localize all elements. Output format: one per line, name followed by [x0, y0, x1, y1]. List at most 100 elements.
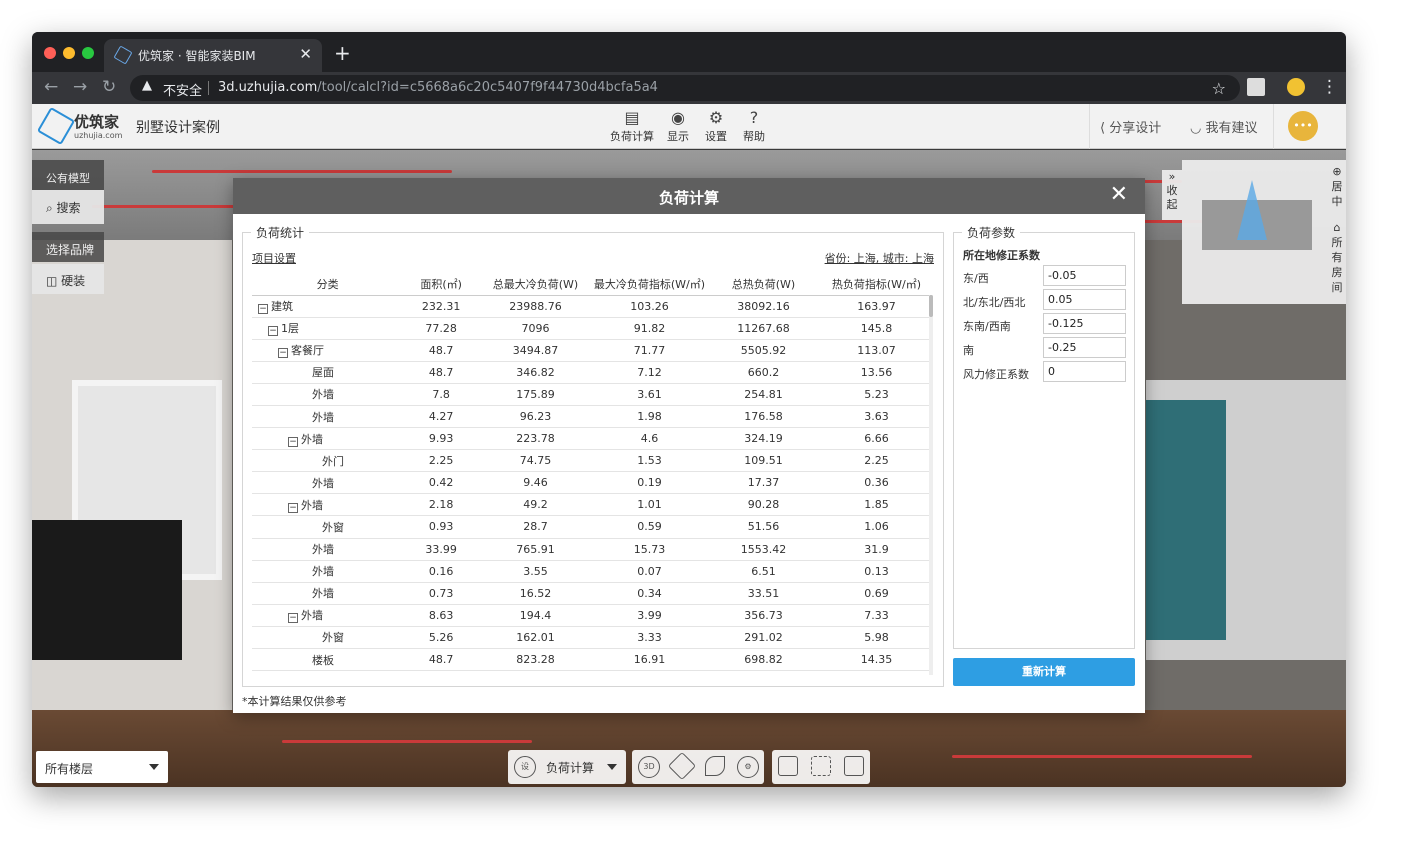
logo-name: 优筑家: [74, 113, 120, 131]
gear-icon[interactable]: ⚙: [737, 756, 759, 778]
cooling-load-cell: 765.91: [478, 538, 592, 561]
cooling-index-cell: 0.59: [591, 515, 707, 539]
table-row[interactable]: − 外墙 9.93 223.78 4.6 324.19 6.66: [252, 427, 933, 451]
table-row[interactable]: 外墙 4.27 96.23 1.98 176.58 3.63: [252, 405, 933, 429]
load-table-body: − 建筑 232.31 23988.76 103.26 38092.16 163.97−1层…: [252, 295, 933, 672]
heating-index-cell: 163.97: [819, 295, 933, 318]
settings-tool[interactable]: ⚙ 设置: [700, 108, 732, 144]
display-tool[interactable]: ◉ 显示: [662, 108, 694, 144]
navigate-icon[interactable]: [705, 756, 725, 776]
param-label: 南: [963, 344, 974, 357]
floor-select[interactable]: 所有楼层: [36, 751, 168, 783]
table-row[interactable]: 外窗 5.26 162.01 3.33 291.02 5.98: [252, 626, 933, 650]
heating-index-cell: 7.33: [819, 604, 933, 627]
settings-circle-icon[interactable]: 设: [514, 756, 536, 778]
param-input[interactable]: [1043, 289, 1126, 310]
collapse-toggle-icon[interactable]: −: [268, 326, 278, 337]
table-row[interactable]: 外墙 0.16 3.55 0.07 6.51 0.13: [252, 560, 933, 583]
all-rooms-button[interactable]: ⌂ 所有房间: [1328, 220, 1346, 295]
param-row: 南: [960, 337, 1126, 359]
area-cell: 2.25: [403, 449, 479, 473]
table-row[interactable]: 外墙 7.8 175.89 3.61 254.81 5.23: [252, 383, 933, 406]
maximize-window-button[interactable]: [82, 47, 94, 59]
address-bar[interactable]: ▲ 不安全 3d.uzhujia.com/tool/calcl?id=c5668…: [130, 75, 1240, 101]
location-link[interactable]: 省份: 上海, 城市: 上海: [825, 250, 934, 266]
table-row[interactable]: 外窗 0.93 28.7 0.59 51.56 1.06: [252, 515, 933, 539]
minimize-window-button[interactable]: [63, 47, 75, 59]
tab-close-icon[interactable]: ✕: [299, 45, 312, 63]
cooling-index-cell: 3.61: [591, 383, 707, 406]
extension-icon[interactable]: [1247, 78, 1265, 96]
user-avatar[interactable]: •••: [1288, 111, 1318, 141]
heating-index-cell: 0.13: [819, 560, 933, 583]
center-label: 居中: [1331, 180, 1343, 208]
crop-icon[interactable]: [811, 756, 831, 776]
center-view-button[interactable]: ⊕ 居中: [1328, 164, 1346, 209]
help-tool[interactable]: ? 帮助: [738, 108, 770, 144]
unlock-icon[interactable]: [844, 756, 864, 776]
3d-view-icon[interactable]: 3D: [638, 756, 660, 778]
param-input[interactable]: [1043, 337, 1126, 358]
new-tab-icon[interactable]: +: [334, 41, 351, 65]
table-scrollbar[interactable]: [929, 295, 933, 675]
logo-domain: uzhujia.com: [74, 131, 123, 140]
minimap[interactable]: » 收起 ⊕ 居中 ⌂ 所有房间: [1162, 160, 1346, 304]
table-row[interactable]: − 外墙 8.63 194.4 3.99 356.73 7.33: [252, 604, 933, 627]
table-row[interactable]: 外墙 33.99 765.91 15.73 1553.42 31.9: [252, 538, 933, 561]
table-row[interactable]: 楼板 48.7 823.28 16.91 698.82 14.35: [252, 648, 933, 672]
param-input[interactable]: [1043, 265, 1126, 286]
feedback-button[interactable]: ◡ 我有建议: [1190, 117, 1258, 136]
focus-target-icon[interactable]: [778, 756, 798, 776]
collapse-toggle-icon[interactable]: −: [288, 613, 298, 624]
load-calc-tool[interactable]: ▤ 负荷计算: [608, 108, 656, 144]
collapse-toggle-icon[interactable]: −: [278, 348, 288, 359]
select-brand-button[interactable]: 选择品牌: [32, 232, 104, 262]
share-button[interactable]: ⟨ 分享设计: [1100, 117, 1161, 136]
all-rooms-label: 所有房间: [1331, 236, 1343, 294]
hardware-button[interactable]: ◫ 硬装: [32, 264, 104, 294]
cooling-index-cell: 3.99: [591, 604, 707, 627]
table-row[interactable]: − 外墙 2.18 49.2 1.01 90.28 1.85: [252, 493, 933, 517]
browser-menu-icon[interactable]: ⋮: [1321, 77, 1338, 97]
collapse-toggle-icon[interactable]: −: [258, 304, 268, 315]
minimap-collapse-button[interactable]: » 收起: [1162, 170, 1182, 220]
table-row[interactable]: 外墙 0.73 16.52 0.34 33.51 0.69: [252, 582, 933, 605]
calc-mode-group: 设 负荷计算: [508, 750, 626, 784]
collapse-toggle-icon[interactable]: −: [288, 436, 298, 447]
cube-icon[interactable]: [667, 751, 697, 781]
param-input[interactable]: [1043, 313, 1126, 334]
close-icon[interactable]: ✕: [1110, 182, 1128, 207]
table-row[interactable]: − 建筑 232.31 23988.76 103.26 38092.16 163.97: [252, 295, 933, 318]
collapse-toggle-icon[interactable]: −: [288, 502, 298, 513]
heating-load-cell: 51.56: [706, 515, 820, 539]
param-input[interactable]: [1043, 361, 1126, 382]
profile-avatar[interactable]: [1287, 78, 1305, 96]
bookmark-star-icon[interactable]: ☆: [1212, 79, 1226, 98]
back-icon[interactable]: ←: [44, 77, 58, 97]
category-cell: −1层: [252, 317, 404, 340]
recalculate-button[interactable]: 重新计算: [953, 658, 1135, 686]
browser-tab[interactable]: 优筑家 · 智能家装BIM ✕: [104, 39, 322, 72]
category-name: 外窗: [322, 520, 344, 534]
close-window-button[interactable]: [44, 47, 56, 59]
project-settings-link[interactable]: 项目设置: [252, 250, 296, 266]
heating-pipe: [952, 755, 1252, 758]
heating-index-cell: 6.66: [819, 427, 933, 451]
header-divider: [1089, 104, 1090, 149]
search-button[interactable]: ⌕ 搜索: [32, 190, 104, 224]
reload-icon[interactable]: ↻: [102, 77, 116, 97]
table-row[interactable]: 外门 2.25 74.75 1.53 109.51 2.25: [252, 449, 933, 473]
eye-icon: ◉: [671, 108, 685, 127]
table-row[interactable]: 屋面 48.7 346.82 7.12 660.2 13.56: [252, 361, 933, 384]
table-row[interactable]: − 客餐厅 48.7 3494.87 71.77 5505.92 113.07: [252, 339, 933, 362]
forward-icon[interactable]: →: [73, 77, 87, 97]
table-row[interactable]: −1层 77.28 7096 91.82 11267.68 145.8: [252, 317, 933, 340]
double-chevron-icon: »: [1168, 170, 1176, 183]
table-row[interactable]: 外墙 0.42 9.46 0.19 17.37 0.36: [252, 471, 933, 495]
search-label: 搜索: [56, 201, 81, 215]
calc-mode-select[interactable]: 负荷计算: [546, 759, 594, 776]
gear-icon: ⚙: [708, 108, 724, 127]
heating-index-cell: 0.69: [819, 582, 933, 605]
scrollbar-thumb[interactable]: [929, 295, 933, 317]
heating-index-cell: 3.63: [819, 405, 933, 429]
